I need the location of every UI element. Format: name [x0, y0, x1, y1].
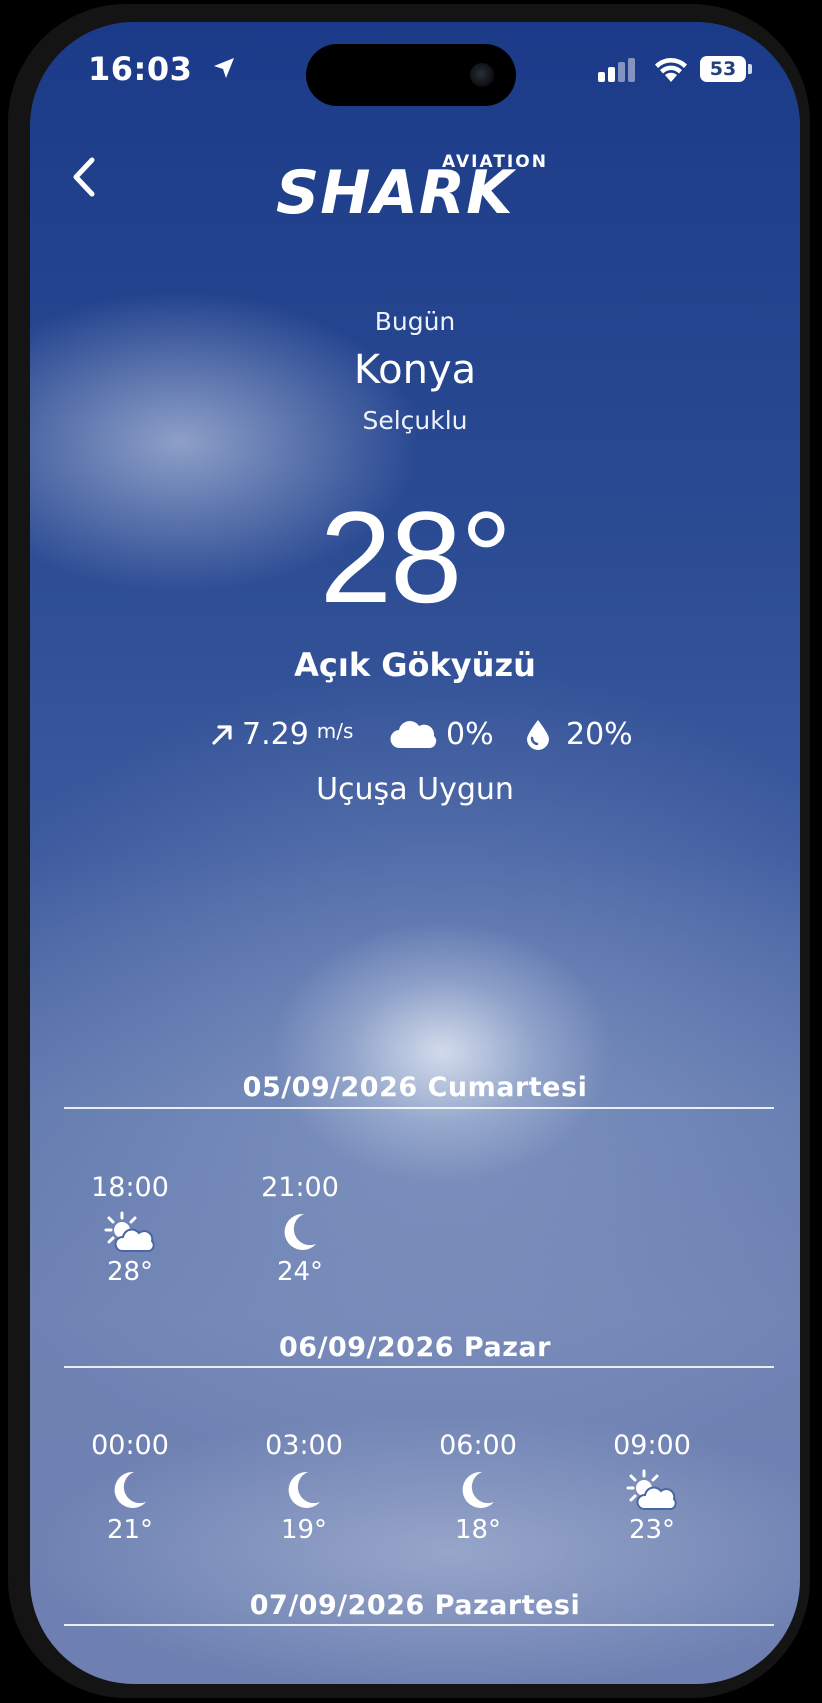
moon-icon	[284, 1213, 316, 1250]
cloud-metric: 0%	[390, 712, 494, 756]
flight-status: Uçuşa Uygun	[316, 772, 514, 807]
divider	[64, 1107, 774, 1109]
slot-time: 18:00	[91, 1172, 169, 1203]
moon-icon	[114, 1471, 146, 1508]
back-chevron-icon[interactable]	[64, 150, 104, 204]
slot-temperature: 23°	[628, 1515, 676, 1545]
slot-temperature: 18°	[454, 1515, 502, 1545]
forecast-slot: 06:00 18°	[418, 1430, 538, 1545]
cloud-icon	[390, 721, 437, 749]
forecast-slot: 21:00 24°	[240, 1172, 360, 1287]
slot-time: 09:00	[613, 1430, 691, 1461]
wind-unit: m/s	[316, 719, 354, 743]
battery-indicator: 53	[700, 56, 746, 82]
weather-condition: Açık Gökyüzü	[294, 646, 536, 684]
moon-icon	[288, 1471, 320, 1508]
wifi-icon	[655, 58, 687, 82]
cellular-signal-icon	[598, 58, 635, 82]
current-temperature: 28°	[319, 484, 513, 630]
divider	[64, 1366, 774, 1368]
moon-icon	[462, 1471, 494, 1508]
partly-cloudy-day-icon	[626, 1469, 677, 1510]
forecast-day-header: 07/09/2026 Pazartesi	[249, 1590, 581, 1621]
slot-time: 06:00	[439, 1430, 517, 1461]
slot-temperature: 28°	[106, 1257, 154, 1287]
status-time: 16:03	[88, 50, 193, 88]
wind-speed: 7.29	[242, 716, 309, 752]
slot-time: 00:00	[91, 1430, 169, 1461]
wind-direction-icon	[212, 725, 232, 745]
forecast-slot: 00:00 21°	[70, 1430, 190, 1545]
forecast-day-header: 05/09/2026 Cumartesi	[242, 1072, 588, 1103]
forecast-slot: 03:00 19°	[244, 1430, 364, 1545]
cloud-coverage: 0%	[446, 716, 494, 752]
partly-cloudy-day-icon	[104, 1211, 155, 1252]
slot-time: 03:00	[265, 1430, 343, 1461]
forecast-day-header: 06/09/2026 Pazar	[279, 1332, 551, 1363]
wind-metric: 7.29 m/s	[210, 712, 353, 756]
camera-icon	[470, 63, 494, 87]
slot-temperature: 24°	[276, 1257, 324, 1287]
humidity-value: 20%	[566, 716, 633, 752]
phone-frame: 16:03 53 AVIATION SHARK Bugün Konya Selç…	[8, 4, 810, 1698]
district-name: Selçuklu	[362, 406, 468, 435]
logo-title: SHARK	[276, 158, 514, 228]
divider	[64, 1624, 774, 1626]
location-arrow-icon	[214, 58, 234, 78]
slot-temperature: 19°	[280, 1515, 328, 1545]
shark-aviation-logo: AVIATION SHARK	[276, 138, 576, 238]
slot-temperature: 21°	[106, 1515, 154, 1545]
forecast-slot: 18:00 28°	[70, 1172, 190, 1287]
today-label: Bugün	[374, 307, 456, 336]
humidity-metric: 20%	[524, 712, 633, 756]
weather-metrics: 7.29 m/s 0% 20%	[30, 712, 800, 756]
water-drop-icon	[527, 720, 549, 750]
dynamic-island	[306, 44, 516, 106]
battery-cap	[748, 64, 752, 74]
weather-screen: 16:03 53 AVIATION SHARK Bugün Konya Selç…	[30, 22, 800, 1684]
city-name: Konya	[353, 347, 477, 393]
forecast-slot: 09:00 23°	[592, 1430, 712, 1545]
slot-time: 21:00	[261, 1172, 339, 1203]
